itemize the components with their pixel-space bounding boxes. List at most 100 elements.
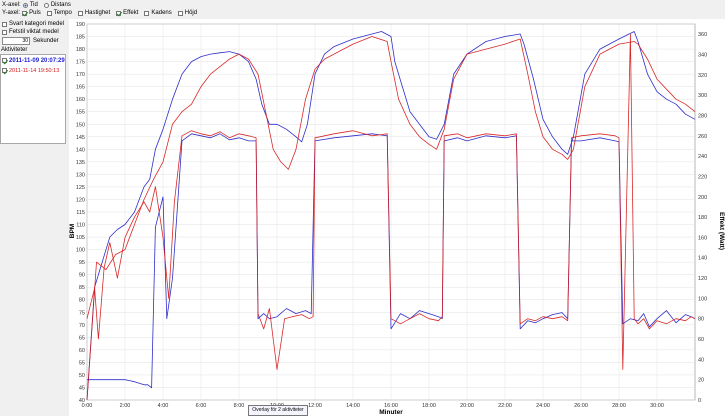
y-tick-label-right: 160 <box>698 235 707 241</box>
y-tick-label-left: 70 <box>79 323 85 329</box>
y-tick-label-left: 165 <box>76 85 85 91</box>
yaxis-check-power[interactable] <box>116 10 122 16</box>
activity-checkbox[interactable] <box>2 58 7 63</box>
activities-list: 2011-11-09 20:07:29 2011-11-14 19:50:13 <box>0 54 66 144</box>
y-tick-label-left: 120 <box>76 197 85 203</box>
x-tick-label: 28:00 <box>612 403 626 409</box>
weighted-average-label: Fetstil viktat medel <box>9 29 59 35</box>
y-tick-label-right: 40 <box>698 357 704 363</box>
chart-area[interactable]: 40 45 50 55 60 65 70 75 80 85 90 95 100 105 110 115 120 1… <box>69 19 725 416</box>
yaxis-check-elevation[interactable] <box>177 10 183 16</box>
x-tick-label: 8:00 <box>234 403 245 409</box>
y-tick-label-right: 280 <box>698 113 707 119</box>
y-tick-label-left: 185 <box>76 35 85 41</box>
x-tick-label: 18:00 <box>422 403 436 409</box>
yaxis-check-speed[interactable] <box>77 10 83 16</box>
y-tick-label-left: 110 <box>76 223 85 229</box>
x-tick-label: 24:00 <box>536 403 550 409</box>
weighted-average-checkbox[interactable] <box>2 29 7 35</box>
xaxis-radio-distance[interactable] <box>43 2 49 8</box>
x-tick-label: 12:00 <box>308 403 322 409</box>
y-tick-label-right: 240 <box>698 154 707 160</box>
y-tick-label-left: 160 <box>76 97 85 103</box>
x-tick-label: 4:00 <box>158 403 169 409</box>
xaxis-radio-time[interactable] <box>22 2 28 8</box>
xaxis-label: X-axel: <box>2 2 21 8</box>
y-axis-right-label: Effekt (Watt) <box>718 212 725 250</box>
yaxis-pace-label: Tempo <box>53 10 72 16</box>
category-average-label: Svart kategori medel <box>9 21 65 27</box>
x-tick-label: 0:00 <box>82 403 93 409</box>
chart-grid <box>86 23 696 401</box>
yaxis-check-pace[interactable] <box>46 10 52 16</box>
yaxis-check-cadence[interactable] <box>144 10 150 16</box>
yaxis-label: Y-axel: <box>2 10 21 16</box>
activity-label: 2011-11-14 19:50:13 <box>9 67 60 74</box>
overlay-tooltip: Overlay för 2 aktiviteter <box>248 405 308 416</box>
x-tick-label: 26:00 <box>574 403 588 409</box>
y-tick-label-right: 60 <box>698 337 704 343</box>
y-tick-label-right: 180 <box>698 215 707 221</box>
y-tick-label-right: 0 <box>698 398 701 404</box>
y-tick-label-right: 100 <box>698 296 707 302</box>
y-tick-label-right: 360 <box>698 32 707 38</box>
x-tick-label: 14:00 <box>346 403 360 409</box>
y-tick-label-right: 120 <box>698 276 707 282</box>
x-axis-label: Minuter <box>379 409 403 416</box>
xaxis-option-distance-label: Distans <box>50 2 71 8</box>
y-tick-label-left: 130 <box>76 172 85 178</box>
y-tick-label-right: 140 <box>698 256 707 262</box>
activity-checkbox[interactable] <box>2 68 7 73</box>
y-tick-label-left: 190 <box>76 22 85 28</box>
x-tick-label: 2:00 <box>120 403 131 409</box>
y-tick-label-left: 65 <box>79 335 85 341</box>
activity-item[interactable]: 2011-11-09 20:07:29 <box>2 56 65 65</box>
sidebar-option-category-average: Svart kategori medel <box>2 20 64 28</box>
y-tick-label-right: 340 <box>698 52 707 58</box>
y-tick-label-left: 180 <box>76 47 85 53</box>
seconds-label: Sekunder <box>33 38 59 44</box>
x-tick-label: 6:00 <box>196 403 207 409</box>
category-average-checkbox[interactable] <box>2 21 7 27</box>
yaxis-check-pulse[interactable] <box>22 10 28 16</box>
seconds-row: Sekunder <box>2 37 59 45</box>
y-tick-label-left: 60 <box>79 348 85 354</box>
yaxis-cadence-label: Kadens <box>151 10 172 16</box>
activities-heading: Aktiviteter <box>1 47 28 53</box>
y-tick-label-left: 175 <box>76 60 85 66</box>
y-tick-label-left: 105 <box>76 235 85 241</box>
line-chart: 40 45 50 55 60 65 70 75 80 85 90 95 100 105 110 115 120 1… <box>69 22 725 416</box>
y-tick-label-right: 20 <box>698 378 704 384</box>
y-tick-label-left: 140 <box>76 147 85 153</box>
sidebar: Svart kategori medel Fetstil viktat mede… <box>0 19 70 416</box>
y-tick-label-right: 320 <box>698 73 707 79</box>
xaxis-option-time-label: Tid <box>29 2 38 8</box>
x-tick-label: 22:00 <box>498 403 512 409</box>
activity-item[interactable]: 2011-11-14 19:50:13 <box>2 66 59 75</box>
y-tick-label-left: 95 <box>79 260 85 266</box>
x-tick-label: 30:00 <box>650 403 664 409</box>
y-tick-label-left: 45 <box>79 385 85 391</box>
yaxis-power-label: Effekt <box>123 10 139 16</box>
y-tick-label-right: 80 <box>698 317 704 323</box>
sidebar-option-weighted-average: Fetstil viktat medel <box>2 28 59 36</box>
seconds-input[interactable] <box>2 37 30 45</box>
y-tick-label-left: 55 <box>79 360 85 366</box>
x-tick-label: 20:00 <box>460 403 474 409</box>
y-tick-label-left: 155 <box>76 110 85 116</box>
xaxis-row: X-axel: Tid Distans <box>2 1 75 9</box>
yaxis-row: Y-axel: Puls Tempo Hastighet Effekt Kade… <box>2 9 201 17</box>
y-tick-label-right: 200 <box>698 195 707 201</box>
y-tick-label-left: 80 <box>79 298 85 304</box>
y-tick-label-right: 220 <box>698 174 707 180</box>
y-tick-label-left: 75 <box>79 310 85 316</box>
y-tick-label-left: 150 <box>76 122 85 128</box>
yaxis-elevation-label: Höjd <box>184 10 198 16</box>
y-tick-label-left: 125 <box>76 185 85 191</box>
activity-label: 2011-11-09 20:07:29 <box>9 57 65 64</box>
y-tick-label-left: 135 <box>76 160 85 166</box>
y-tick-label-right: 260 <box>698 134 707 140</box>
y-tick-label-right: 300 <box>698 93 707 99</box>
y-tick-label-left: 145 <box>76 135 85 141</box>
yaxis-pulse-label: Puls <box>29 10 41 16</box>
